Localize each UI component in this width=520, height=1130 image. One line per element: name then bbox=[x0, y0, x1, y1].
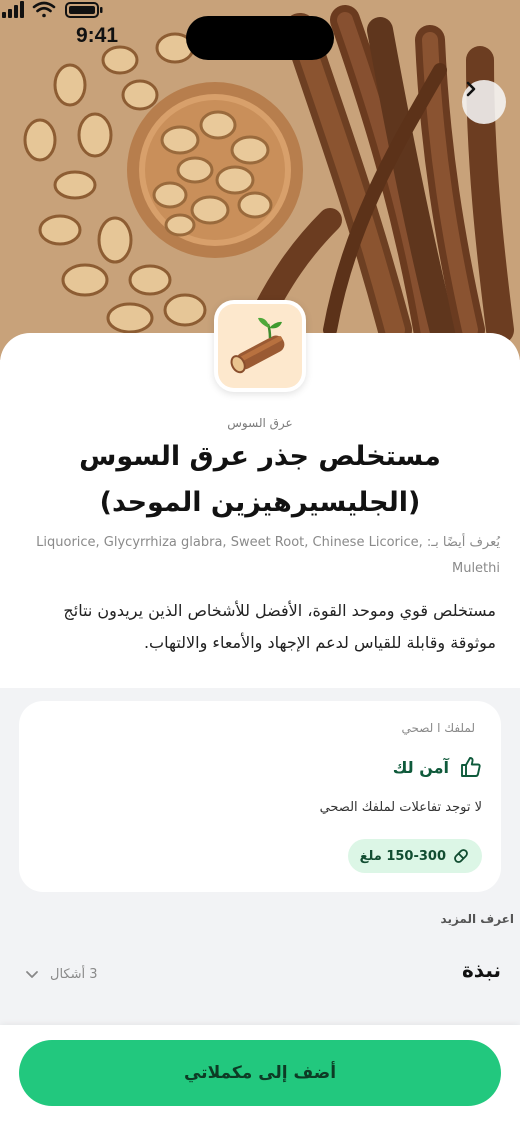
interactions-text: لا توجد تفاعلات لملفك الصحي bbox=[319, 800, 482, 815]
bottom-action-bar: أضف إلى مكملاتي bbox=[0, 1025, 520, 1130]
dose-label: 150-300 ملغ bbox=[359, 848, 446, 864]
licorice-root-icon bbox=[230, 317, 285, 374]
health-profile-card[interactable]: لملفك ا لصحي آمن لك لا توجد تفاعلات لملف… bbox=[19, 701, 501, 892]
forms-count: 3 أشكال bbox=[50, 966, 98, 982]
chevron-down-icon[interactable] bbox=[24, 966, 40, 982]
overview-title: نبذة bbox=[461, 958, 501, 982]
add-to-supplements-button[interactable]: أضف إلى مكملاتي bbox=[19, 1040, 501, 1106]
battery-icon bbox=[65, 2, 103, 18]
title-line-1: مستخلص جذر عرق السوس bbox=[79, 441, 441, 472]
dose-badge: 150-300 ملغ bbox=[347, 839, 482, 873]
learn-more-heading: اعرف المزيد bbox=[440, 912, 514, 926]
safety-label: آمن لك bbox=[392, 757, 449, 777]
also-known-as: يُعرف أيضًا بـ: Liquorice, Glycyrrhiza g… bbox=[36, 535, 500, 576]
status-time: 9:41 bbox=[76, 24, 119, 47]
dynamic-island bbox=[186, 16, 334, 60]
chevron-right-icon bbox=[466, 81, 476, 97]
product-thumbnail bbox=[214, 300, 306, 392]
status-bar: 9:41 bbox=[0, 0, 520, 76]
title-line-2: (الجليسيرهيزين الموحد) bbox=[99, 487, 421, 518]
overview-accordion[interactable]: نبذة 3 أشكال bbox=[0, 944, 520, 1006]
add-to-supplements-label: أضف إلى مكملاتي bbox=[183, 1063, 337, 1083]
profile-label: لملفك ا لصحي bbox=[401, 721, 475, 735]
safety-status: آمن لك bbox=[393, 755, 483, 779]
supplement-title: مستخلص جذر عرق السوس (الجليسيرهيزين المو… bbox=[40, 434, 480, 526]
supplement-category: عرق السوس bbox=[227, 416, 293, 430]
thumbs-up-icon bbox=[461, 757, 481, 777]
signal-icon bbox=[2, 1, 24, 18]
overview-meta: 3 أشكال bbox=[24, 966, 98, 982]
pill-icon bbox=[454, 849, 468, 863]
image-next-button[interactable] bbox=[462, 80, 506, 124]
supplement-description: مستخلص قوي وموحد القوة، الأفضل للأشخاص ا… bbox=[63, 601, 496, 652]
status-icons bbox=[2, 1, 103, 18]
wifi-icon bbox=[32, 1, 56, 18]
